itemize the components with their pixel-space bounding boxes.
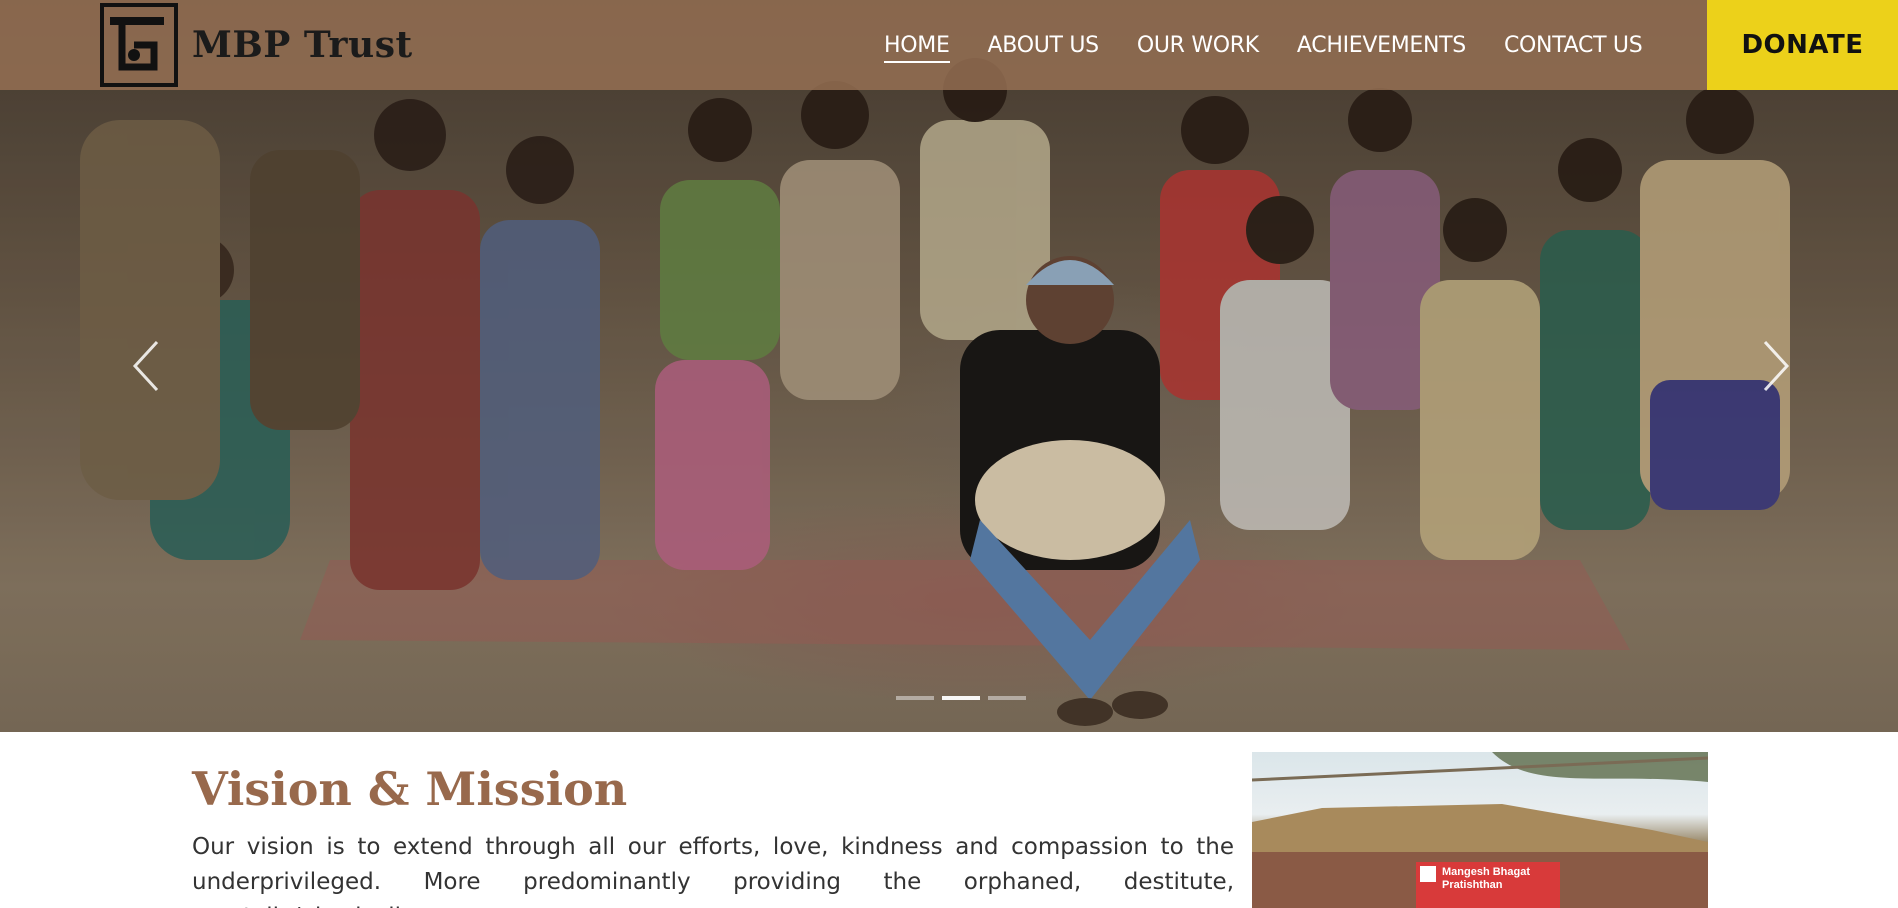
hero-overlay: [0, 0, 1898, 732]
hero-carousel: [0, 0, 1898, 732]
logo-link[interactable]: MBP Trust: [100, 2, 413, 88]
nav-item-about-us[interactable]: ABOUT US: [988, 33, 1100, 58]
vision-mission-section: Vision & Mission Our vision is to extend…: [0, 732, 1898, 908]
nav-item-achievements[interactable]: ACHIEVEMENTS: [1297, 33, 1466, 58]
site-header: MBP Trust HOME ABOUT US OUR WORK ACHIEVE…: [0, 0, 1898, 90]
carousel-indicator-active[interactable]: [942, 696, 980, 700]
carousel-prev-button[interactable]: [118, 338, 174, 394]
chevron-right-icon: [1763, 340, 1790, 392]
carousel-indicator[interactable]: [896, 696, 934, 700]
vision-text: Our vision is to extend through all our …: [192, 834, 1234, 908]
nav-item-home[interactable]: HOME: [884, 33, 950, 63]
nav-item-contact-us[interactable]: CONTACT US: [1504, 33, 1643, 58]
chevron-left-icon: [132, 340, 159, 392]
carousel-indicator[interactable]: [988, 696, 1026, 700]
brand-name: MBP Trust: [192, 24, 413, 66]
main-nav: HOME ABOUT US OUR WORK ACHIEVEMENTS CONT…: [884, 0, 1680, 90]
carousel-next-button[interactable]: [1748, 338, 1804, 394]
carousel-indicators: [896, 696, 1026, 700]
photo-banner-text: Mangesh Bhagat Pratishthan: [1442, 866, 1531, 891]
logo-icon: [100, 3, 178, 87]
vision-title: Vision & Mission: [192, 762, 628, 816]
nav-item-our-work[interactable]: OUR WORK: [1137, 33, 1259, 58]
vision-photo: Mangesh Bhagat Pratishthan: [1252, 752, 1708, 908]
donate-button[interactable]: DONATE: [1707, 0, 1898, 90]
